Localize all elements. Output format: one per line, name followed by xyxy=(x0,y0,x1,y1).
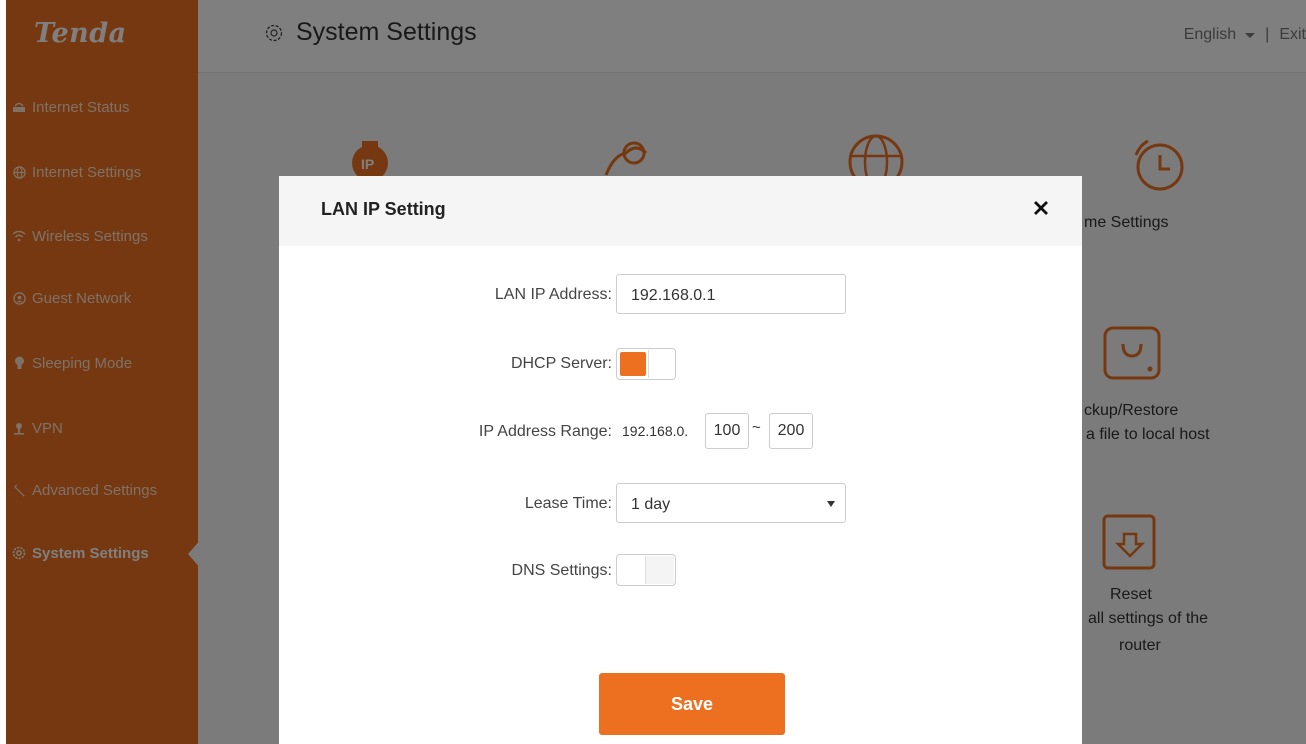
toggle-fill xyxy=(620,352,646,376)
lease-time-row: Lease Time: 1 day xyxy=(279,483,1082,523)
ip-range-end-input[interactable]: 200 xyxy=(769,413,813,449)
dropdown-arrow-icon xyxy=(827,501,835,507)
save-button[interactable]: Save xyxy=(599,673,785,735)
dialog-title: LAN IP Setting xyxy=(321,199,446,219)
lease-time-value: 1 day xyxy=(631,496,671,513)
ip-range-start-input[interactable]: 100 xyxy=(705,413,749,449)
dns-row: DNS Settings: xyxy=(279,554,1082,594)
lease-time-label: Lease Time: xyxy=(524,495,612,512)
lan-ip-setting-dialog: LAN IP Setting LAN IP Address: 192.168.0… xyxy=(279,176,1082,744)
ip-range-prefix: 192.168.0. xyxy=(622,423,689,439)
dhcp-toggle[interactable] xyxy=(616,348,676,380)
dialog-header: LAN IP Setting xyxy=(279,176,1082,246)
ip-range-label: IP Address Range: xyxy=(478,423,612,440)
close-icon xyxy=(1033,200,1049,221)
lan-ip-row: LAN IP Address: 192.168.0.1 xyxy=(279,274,1082,314)
toggle-knob xyxy=(648,350,675,378)
dns-toggle[interactable] xyxy=(616,554,676,586)
dhcp-label: DHCP Server: xyxy=(510,355,612,372)
lan-ip-label: LAN IP Address: xyxy=(494,286,612,303)
ip-range-separator: ~ xyxy=(752,419,761,436)
dhcp-row: DHCP Server: xyxy=(279,348,1082,388)
toggle-knob xyxy=(645,556,674,584)
close-button[interactable] xyxy=(1027,196,1055,224)
lan-ip-input[interactable]: 192.168.0.1 xyxy=(616,274,846,314)
router-admin-app: Tenda Internet Status Internet Settings … xyxy=(6,0,1306,744)
ip-range-row: IP Address Range: 192.168.0. 100 ~ 200 xyxy=(279,413,1082,453)
lease-time-select[interactable]: 1 day xyxy=(616,483,846,523)
dns-label: DNS Settings: xyxy=(511,562,612,579)
